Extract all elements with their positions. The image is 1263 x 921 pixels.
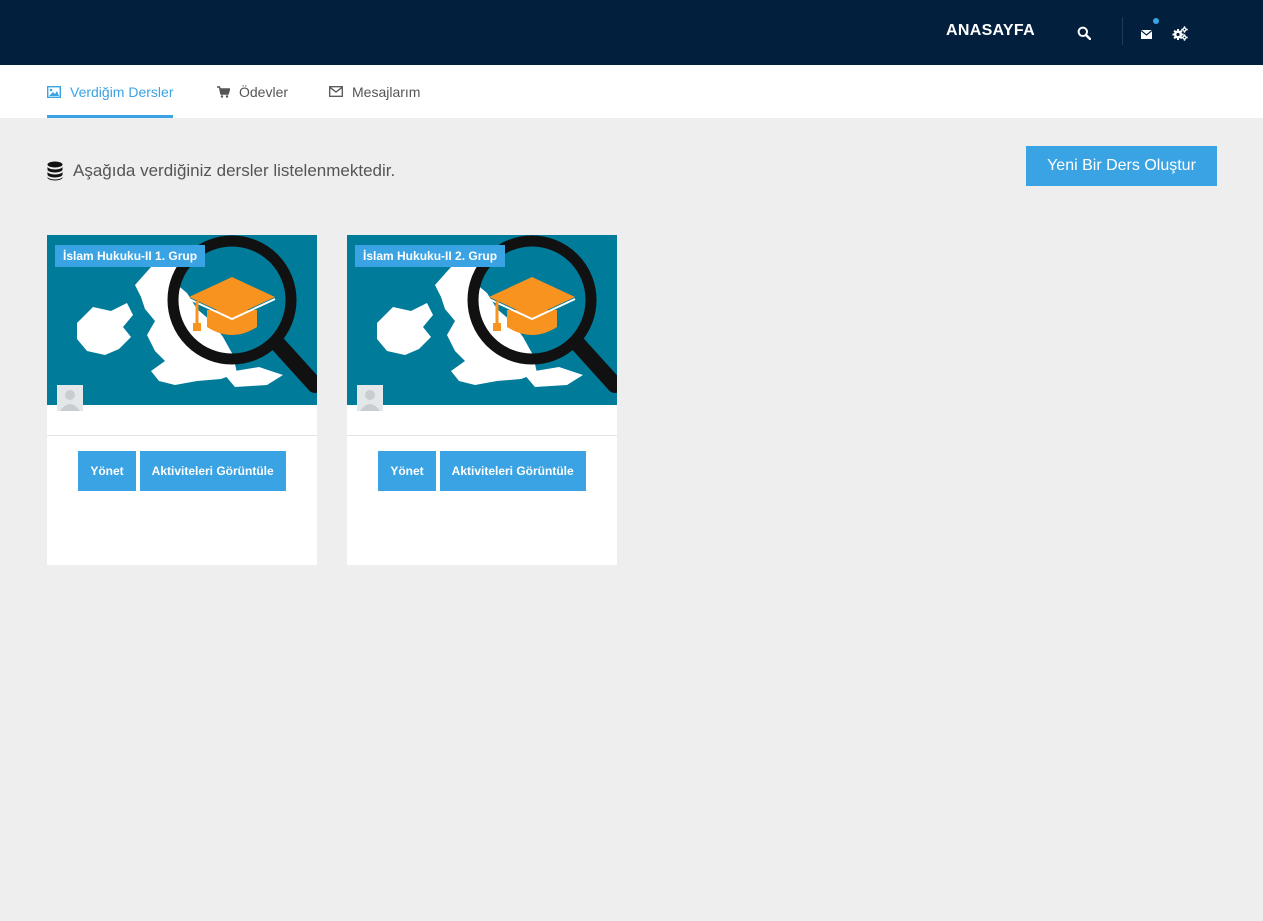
view-activities-button[interactable]: Aktiviteleri Görüntüle	[439, 451, 586, 491]
view-activities-button[interactable]: Aktiviteleri Görüntüle	[139, 451, 286, 491]
topbar-divider	[1122, 17, 1123, 45]
instructor-avatar	[357, 385, 383, 411]
tab-label: Verdiğim Dersler	[70, 83, 174, 100]
new-course-button[interactable]: Yeni Bir Ders Oluştur	[1026, 146, 1217, 186]
tab-bar: Verdiğim Dersler Ödevler Mesajlarım	[0, 65, 1263, 118]
tab-homework[interactable]: Ödevler	[217, 65, 288, 118]
image-icon	[47, 85, 61, 98]
gears-icon[interactable]	[1172, 26, 1188, 41]
card-actions: Yönet Aktiviteleri Görüntüle	[47, 451, 317, 491]
info-row: Aşağıda verdiğiniz dersler listelenmekte…	[47, 160, 395, 182]
course-title-badge[interactable]: İslam Hukuku-II 2. Grup	[355, 245, 506, 267]
course-title-badge[interactable]: İslam Hukuku-II 1. Grup	[55, 245, 206, 267]
home-link[interactable]: ANASAYFA	[946, 22, 1035, 40]
card-divider	[347, 435, 617, 436]
search-icon[interactable]	[1077, 26, 1091, 40]
info-text: Aşağıda verdiğiniz dersler listelenmekte…	[73, 161, 396, 180]
instructor-avatar	[57, 385, 83, 411]
envelope-icon[interactable]	[1141, 30, 1152, 39]
manage-button[interactable]: Yönet	[78, 451, 136, 491]
envelope-outline-icon	[329, 86, 343, 97]
tab-label: Ödevler	[239, 83, 289, 100]
tab-my-courses[interactable]: Verdiğim Dersler	[47, 65, 174, 118]
manage-button[interactable]: Yönet	[378, 451, 436, 491]
shopping-cart-icon	[217, 85, 230, 98]
card-divider	[47, 435, 317, 436]
tab-label: Mesajlarım	[352, 83, 421, 100]
database-icon	[47, 161, 63, 181]
tab-messages[interactable]: Mesajlarım	[329, 65, 420, 118]
top-navbar: ANASAYFA	[0, 0, 1263, 65]
course-card: İslam Hukuku-II 1. Grup Yönet Aktivitele…	[47, 235, 317, 565]
card-actions: Yönet Aktiviteleri Görüntüle	[347, 451, 617, 491]
notification-dot	[1153, 18, 1159, 24]
course-card: İslam Hukuku-II 2. Grup Yönet Aktivitele…	[347, 235, 617, 565]
